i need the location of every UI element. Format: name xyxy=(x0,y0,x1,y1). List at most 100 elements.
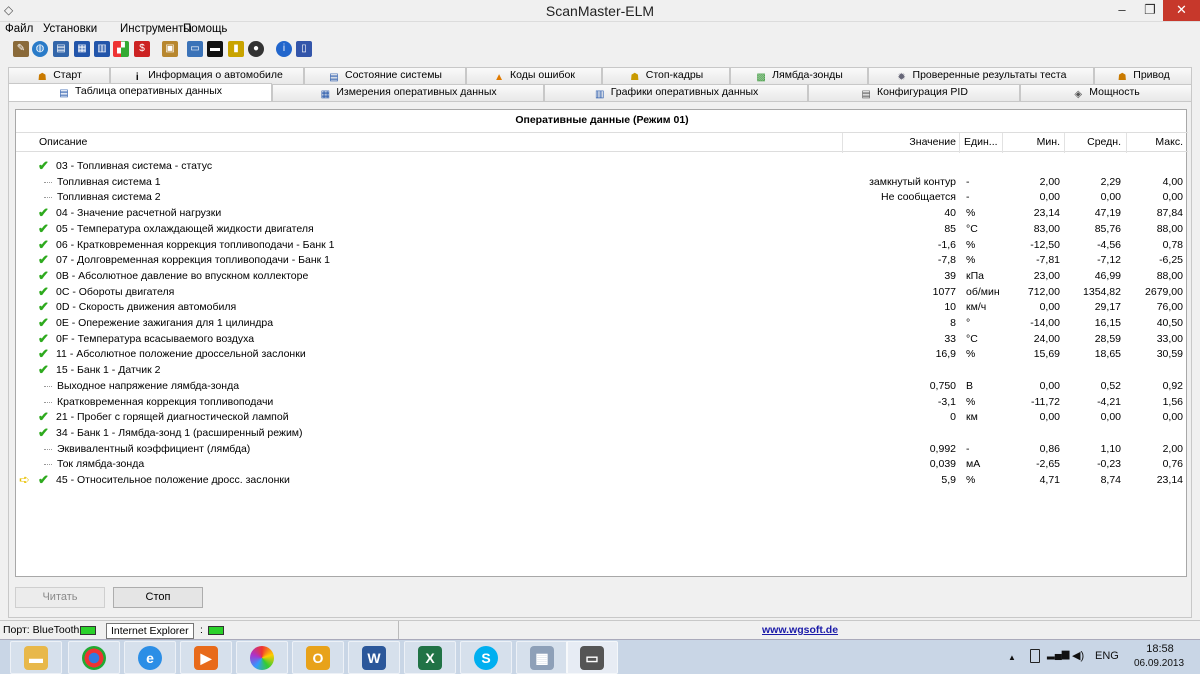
tab-system-status[interactable]: ▤ Состояние системы xyxy=(304,67,466,84)
tab-trouble-codes[interactable]: ▲ Коды ошибок xyxy=(466,67,602,84)
chart-icon[interactable]: ▥ xyxy=(94,41,110,57)
table-row[interactable]: ✔ 15 - Банк 1 - Датчик 2 xyxy=(16,363,1188,379)
stop-button[interactable]: Стоп xyxy=(113,587,203,608)
header-avg[interactable]: Средн. xyxy=(1066,136,1121,148)
table-row[interactable]: ✔ 0B - Абсолютное давление во впускном ко… xyxy=(16,268,1188,285)
terminal-icon[interactable]: ▬ xyxy=(207,41,223,57)
table-row[interactable]: ✔ 11 - Абсолютное положение дроссельной з… xyxy=(16,347,1188,363)
header-description[interactable]: Описание xyxy=(39,136,87,148)
header-separator xyxy=(1126,133,1127,153)
table-row[interactable]: ✔ 34 - Банк 1 - Лямбда-зонд 1 (расширенны… xyxy=(16,425,1188,442)
table-row[interactable]: Топливная система 2 Не сообщается - 0,00 0,0… xyxy=(16,190,1188,206)
table-row[interactable]: Эквивалентный коэффициент (лямбда) 0,992-… xyxy=(16,442,1188,458)
book-icon[interactable]: ▯ xyxy=(296,41,312,57)
taskbar-skype[interactable]: S xyxy=(460,641,512,674)
tab-label: Коды ошибок xyxy=(510,69,575,81)
menu-file[interactable]: Файл xyxy=(5,23,33,35)
row-min: 0,00 xyxy=(1039,411,1060,424)
row-description: Эквивалентный коэффициент (лямбда) xyxy=(57,442,251,455)
check-icon: ✔ xyxy=(38,362,49,378)
tab-live-data-table[interactable]: ▤ Таблица оперативных данных xyxy=(8,83,272,102)
taskbar-outlook[interactable]: O xyxy=(292,641,344,674)
tab-row-bottom: ▤ Таблица оперативных данных ▦ Измерения о… xyxy=(8,83,1192,102)
tab-vehicle-info[interactable]: i Информация о автомобиле xyxy=(110,67,304,84)
table-row[interactable]: ✔ 21 - Пробег с горящей диагностической л… xyxy=(16,410,1188,426)
table-row[interactable]: Кратковременная коррекция топливоподачи -… xyxy=(16,395,1188,411)
header-unit[interactable]: Един... xyxy=(964,136,998,148)
windows-icon[interactable]: ▞ xyxy=(113,41,129,57)
taskbar-ie[interactable]: e xyxy=(124,641,176,674)
tab-power[interactable]: ◈ Мощность xyxy=(1020,84,1192,101)
tray-caret-icon[interactable]: ▲ xyxy=(1008,653,1016,662)
read-button[interactable]: Читать xyxy=(15,587,105,608)
table-row[interactable]: ✔ 0E - Опережение зажигания для 1 цилиндр… xyxy=(16,316,1188,332)
taskbar-excel[interactable]: X xyxy=(404,641,456,674)
menu-help[interactable]: Помощь xyxy=(183,23,227,35)
tab-start[interactable]: ☗ Старт xyxy=(8,67,110,84)
table-icon[interactable]: ▦ xyxy=(74,41,90,57)
table-row[interactable]: ✔ 04 - Значение расчетной нагрузки 40% 23,1… xyxy=(16,206,1188,222)
table-row[interactable]: ✔ 05 - Температура охлаждающей жидкости д… xyxy=(16,221,1188,238)
tab-label: Конфигурация PID xyxy=(877,86,968,98)
header-value[interactable]: Значение xyxy=(896,136,956,148)
table-row[interactable]: ✔ 0C - Обороты двигателя 1077 об/мин 712,00 1… xyxy=(16,284,1188,301)
dollar-icon[interactable]: $ xyxy=(134,41,150,57)
tab-freeze-frames[interactable]: ☗ Стоп-кадры xyxy=(602,67,730,84)
taskbar-scanmaster[interactable]: ▭ xyxy=(566,641,618,674)
tab-lambda-sensors[interactable]: ▩ Лямбда-зонды xyxy=(730,67,868,84)
table-row[interactable]: ✔ ➪ 45 - Относительное положение дросс. за… xyxy=(16,473,1188,489)
live-data-panel: Оперативные данные (Режим 01) Описание З… xyxy=(8,101,1192,618)
table-row[interactable]: Топливная система 1 замкнутый контур - 2,00… xyxy=(16,175,1188,191)
tab-actuator[interactable]: ☗ Привод xyxy=(1094,67,1192,84)
tab-live-data-graphs[interactable]: ▥ Графики оперативных данных xyxy=(544,84,808,101)
tab-test-results[interactable]: ✹ Проверенные результаты теста xyxy=(868,67,1094,84)
table-row[interactable]: ✔ 0F - Температура всасываемого воздуха 33… xyxy=(16,331,1188,348)
table-row[interactable]: ✔ 06 - Кратковременная коррекция топливоп… xyxy=(16,237,1188,254)
header-min[interactable]: Мин. xyxy=(1006,136,1060,148)
row-avg: 47,19 xyxy=(1094,207,1121,220)
row-avg: -4,56 xyxy=(1097,238,1121,251)
signal-tray-icon[interactable]: ▂▄▆ xyxy=(1047,649,1069,660)
tab-label: Старт xyxy=(53,69,82,81)
volume-tray-icon[interactable]: ◀) xyxy=(1072,649,1084,662)
battery-icon[interactable]: ▮ xyxy=(228,41,244,57)
header-max[interactable]: Макс. xyxy=(1128,136,1183,148)
table-row[interactable]: ✔ 03 - Топливная система - статус xyxy=(16,159,1188,175)
wrench-icon[interactable]: ✎ xyxy=(13,41,29,57)
minimize-button[interactable]: – xyxy=(1107,0,1137,21)
taskbar-chrome[interactable] xyxy=(68,641,120,674)
close-button[interactable]: ✕ xyxy=(1163,0,1200,21)
row-min: 23,14 xyxy=(1033,207,1060,220)
tab-pid-config[interactable]: ▤ Конфигурация PID xyxy=(808,84,1020,101)
clipboard-icon[interactable]: ▣ xyxy=(162,41,178,57)
menu-tools[interactable]: Инструменты xyxy=(120,23,192,35)
restore-button[interactable]: ❐ xyxy=(1137,0,1163,21)
table-row[interactable]: ✔ 0D - Скорость движения автомобиля 10 км/ч… xyxy=(16,300,1188,316)
table-row[interactable]: ✔ 07 - Долговременная коррекция топливопо… xyxy=(16,253,1188,269)
taskbar-explorer[interactable]: ▬ xyxy=(10,641,62,674)
globe-icon[interactable]: ◍ xyxy=(32,41,48,57)
taskbar-media-player[interactable]: ▶ xyxy=(180,641,232,674)
tree-connector xyxy=(44,197,52,199)
table-row[interactable]: Выходное напряжение лямбда-зонда 0,750 В 0,… xyxy=(16,379,1188,395)
document-icon[interactable]: ▤ xyxy=(53,41,69,57)
language-indicator[interactable]: ENG xyxy=(1095,650,1119,662)
clock-date[interactable]: 06.09.2013 xyxy=(1128,658,1190,669)
table-row[interactable]: Ток лямбда-зонда 0,039 мА -2,65 -0,23 0,76 xyxy=(16,457,1188,473)
menu-settings[interactable]: Установки xyxy=(43,23,97,35)
info-icon[interactable]: i xyxy=(276,41,292,57)
website-link[interactable]: www.wgsoft.de xyxy=(762,624,838,636)
row-max: 2,00 xyxy=(1162,442,1183,455)
taskbar-picasa[interactable] xyxy=(236,641,288,674)
tab-label: Измерения оперативных данных xyxy=(336,86,497,98)
tire-icon[interactable]: ● xyxy=(248,41,264,57)
taskbar-word[interactable]: W xyxy=(348,641,400,674)
battery-tray-icon[interactable] xyxy=(1030,649,1040,663)
tree-connector xyxy=(44,464,52,466)
monitor-icon[interactable]: ▭ xyxy=(187,41,203,57)
live-data-grid[interactable]: Оперативные данные (Режим 01) Описание З… xyxy=(15,109,1188,577)
taskbar-calculator[interactable]: ▦ xyxy=(516,641,568,674)
tab-live-data-measurements[interactable]: ▦ Измерения оперативных данных xyxy=(272,84,544,101)
clock-time[interactable]: 18:58 xyxy=(1140,643,1180,655)
row-description: 15 - Банк 1 - Датчик 2 xyxy=(56,364,161,377)
